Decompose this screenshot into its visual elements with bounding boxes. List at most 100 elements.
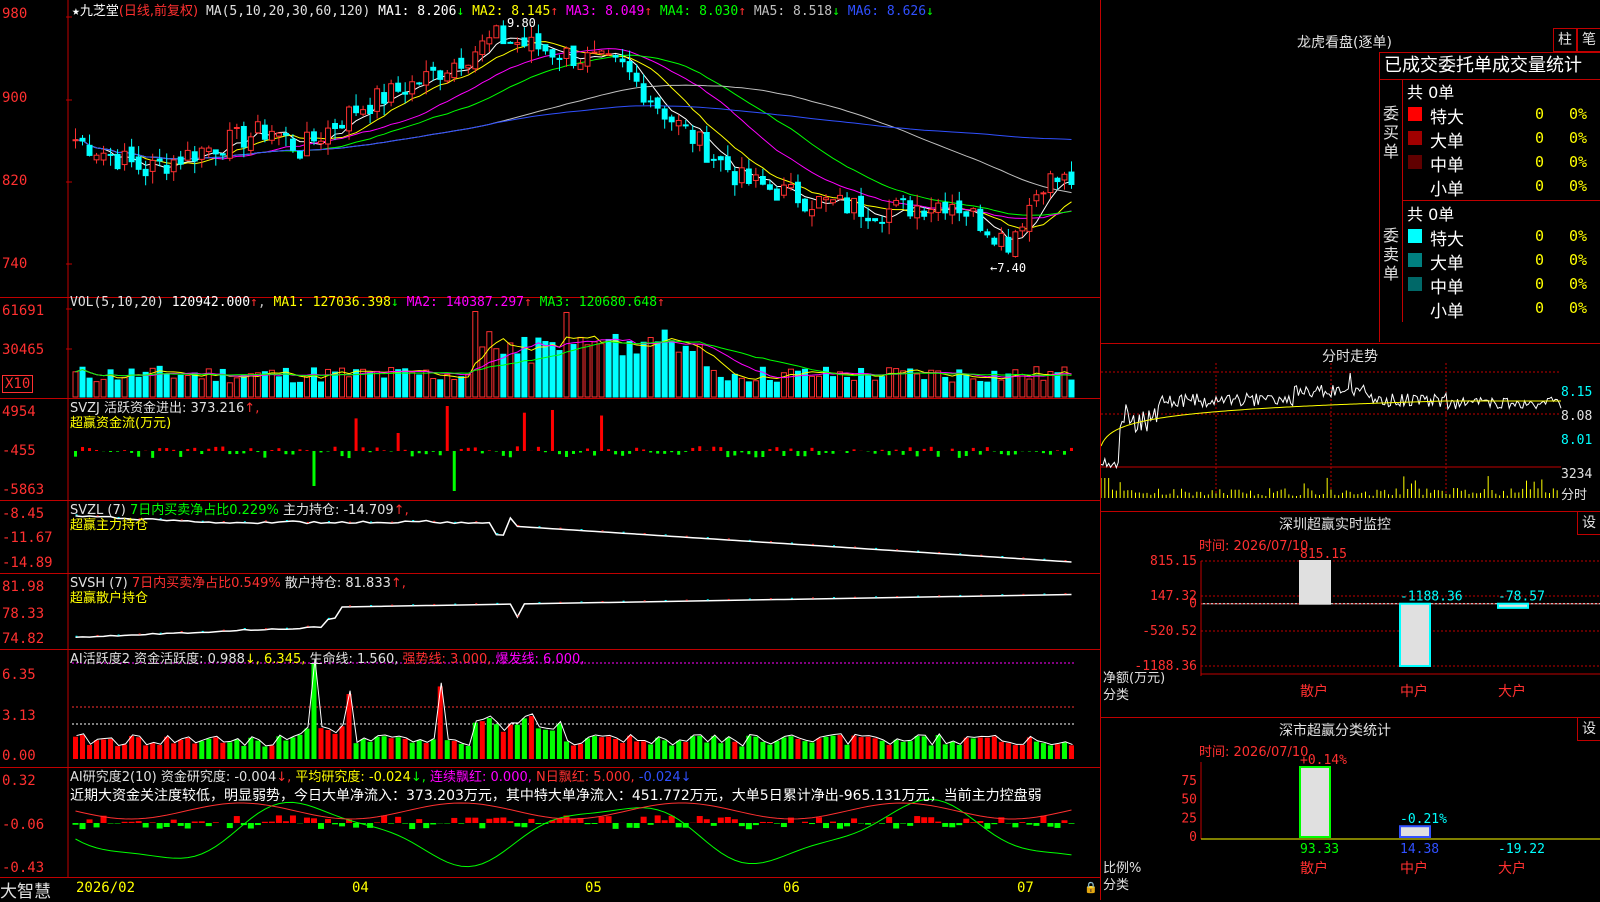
research-bar: [178, 823, 184, 826]
candle-body: [683, 125, 688, 126]
activity-bar: [494, 724, 499, 759]
activity-line: [77, 659, 1073, 746]
kline-pane[interactable]: ★九芝堂(日线,前复权) MA(5,10,20,30,60,120) MA1: …: [0, 0, 1100, 298]
fund-flow-bar: [207, 449, 210, 451]
kline-chart[interactable]: [0, 0, 1100, 297]
activity-bar: [634, 741, 639, 759]
volume-chart[interactable]: [0, 297, 1100, 398]
lock-icon[interactable]: 🔒: [1084, 881, 1098, 894]
intraday-panel[interactable]: 分时走势 8.15 8.08 8.01 3234 分时: [1100, 343, 1600, 512]
candle-body: [171, 160, 176, 172]
sell-row-count: 0: [1535, 275, 1544, 293]
sz-monitor-category: 大户: [1498, 683, 1526, 700]
x-label: 07: [1017, 880, 1034, 896]
activity-bar: [816, 738, 821, 759]
star-icon[interactable]: ★: [72, 4, 80, 19]
fund-flow-bar: [930, 447, 933, 451]
fund-flow-bar: [621, 451, 624, 456]
volume-bar: [613, 334, 618, 397]
research-bar: [304, 818, 310, 823]
svzl-ytick: -14.89: [2, 555, 53, 571]
ai-active-ytick: 3.13: [2, 708, 36, 724]
research-bar: [206, 823, 212, 826]
research-bar: [627, 823, 633, 828]
volume-pane[interactable]: VOL(5,10,20) 120942.000↑, MA1: 127036.39…: [0, 297, 1100, 399]
volume-bar: [725, 381, 730, 397]
volume-bar: [185, 375, 190, 397]
candle-body: [508, 42, 513, 43]
volume-bar: [620, 356, 625, 397]
candle-body: [732, 172, 737, 185]
fund-flow-bar: [853, 449, 856, 451]
fund-flow-bar: [172, 450, 175, 451]
candle-body: [382, 93, 387, 104]
volume-bar: [753, 381, 758, 397]
fund-flow-bar: [803, 451, 806, 456]
candle-body: [80, 138, 85, 141]
ai-active-pane[interactable]: AI活跃度2 资金活跃度: 0.988↓, 6.345, 生命线: 1.560,…: [0, 649, 1100, 768]
volume-bar: [831, 377, 836, 397]
dragon-title: 龙虎看盘(逐单): [1297, 32, 1392, 52]
svzj-pane[interactable]: SVZJ 活跃资金进出: 373.216↑, 超赢资金流(万元) 4954 -4…: [0, 398, 1100, 501]
x-label: 2026/02: [76, 880, 135, 896]
activity-bar: [585, 738, 590, 759]
volume-bar: [992, 371, 997, 397]
fund-flow-bar: [579, 451, 582, 453]
activity-bar: [950, 742, 955, 759]
research-bar: [823, 823, 829, 828]
candle-body: [669, 117, 674, 122]
research-bar: [781, 823, 787, 827]
candle-body: [957, 201, 962, 213]
svzl-pane[interactable]: SVZL (7) 7日内买卖净占比0.229% 主力持仓: -14.709↑, …: [0, 500, 1100, 574]
activity-bar: [311, 664, 316, 759]
candle-body: [347, 107, 352, 131]
volume-bar: [213, 381, 218, 397]
svzj-subtitle: 超赢资金流(万元): [70, 412, 171, 431]
activity-bar: [1027, 737, 1032, 759]
ai-active-ytick: 0.00: [2, 748, 36, 764]
sell-row-name: 小单: [1430, 297, 1464, 322]
research-bar: [914, 816, 920, 823]
research-bar: [192, 822, 198, 823]
activity-bar: [985, 738, 990, 759]
volume-bar: [746, 382, 751, 397]
fund-flow-bar: [242, 451, 245, 453]
buy-row-name: 大单: [1430, 127, 1464, 152]
activity-bar: [354, 743, 359, 759]
fund-flow-bar: [782, 451, 785, 456]
period-label[interactable]: (日线,前复权): [119, 4, 198, 19]
sell-row-pct: 0%: [1569, 251, 1587, 269]
candle-body: [831, 200, 836, 203]
sz-class-ytick: 25: [1181, 811, 1197, 826]
dragon-table: 委买单共 0单特大00%大单00%中单00%小单00%委卖单共 0单特大00%大…: [1379, 79, 1600, 342]
buy-row-pct: 0%: [1569, 129, 1587, 147]
volume-bar: [929, 370, 934, 397]
sz-class-ytick: 50: [1181, 793, 1197, 808]
fund-flow-bar: [895, 450, 898, 451]
research-bar: [739, 823, 745, 826]
research-bar: [318, 823, 324, 829]
column-view-button[interactable]: 柱: [1553, 28, 1577, 52]
research-bar: [269, 822, 275, 823]
volume-bar: [108, 370, 113, 397]
intraday-chart[interactable]: [1101, 363, 1600, 511]
research-bar: [746, 823, 752, 829]
research-bar: [493, 818, 499, 823]
activity-bar: [150, 743, 155, 759]
fund-flow-bar: [972, 448, 975, 451]
svsh-pane[interactable]: SVSH (7) 7日内买卖净占比0.549% 散户持仓: 81.833↑, 超…: [0, 573, 1100, 650]
tick-view-button[interactable]: 笔: [1577, 28, 1600, 52]
activity-bar: [873, 738, 878, 759]
research-bar: [262, 822, 268, 823]
candle-body: [241, 126, 246, 147]
ai-research-pane[interactable]: AI研究度2(10) 资金研究度: -0.004↓, 平均研究度: -0.024…: [0, 767, 1100, 878]
activity-bar: [396, 737, 401, 759]
candle-body: [73, 140, 78, 141]
volume-bar: [410, 372, 415, 397]
fund-flow-bar: [902, 451, 905, 455]
activity-bar: [845, 745, 850, 759]
activity-bar: [859, 737, 864, 759]
candle-body: [87, 145, 92, 155]
fund-flow-bar: [341, 451, 344, 456]
volume-bar: [1013, 370, 1018, 397]
